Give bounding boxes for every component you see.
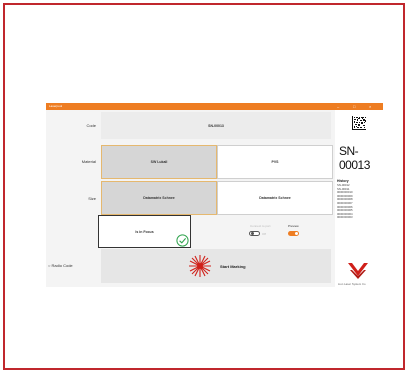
size-option-1-button[interactable]: Datamatrix Schnee <box>101 181 217 215</box>
code-preview-text: SN-00013 <box>339 144 370 172</box>
company-logo-icon <box>348 263 368 279</box>
minimize-icon[interactable]: – <box>337 103 339 110</box>
preview-toggle-label: Preview <box>288 224 299 228</box>
size-option-2-button[interactable]: Datamatrix Schnee <box>217 181 333 215</box>
check-icon <box>176 234 189 247</box>
material-option-pvs-button[interactable]: PVS <box>217 145 333 179</box>
history-item[interactable]: 0000000003 <box>337 216 353 220</box>
material-option-swlukall-button[interactable]: SW Lukall <box>101 145 217 179</box>
code-label: Code <box>86 123 96 128</box>
size-label: Size <box>88 196 96 201</box>
focus-button-label: Is in Focus <box>135 229 154 234</box>
title-bar: Laserpool – □ × <box>46 103 383 110</box>
laser-burst-icon <box>189 255 211 277</box>
right-panel: SN-00013 History SN-00012 SN-00011 00000… <box>335 110 383 287</box>
code-field[interactable]: SN-00013 <box>101 112 331 139</box>
preview-toggle[interactable] <box>288 231 299 236</box>
app-window: Laserpool – □ × Code SN-00013 Material S… <box>46 103 383 287</box>
history-list: SN-00012 SN-00011 0000000010 0000000009 … <box>337 183 353 220</box>
preview-toggle-knob <box>295 232 298 235</box>
datamatrix-code-image <box>352 116 366 130</box>
focus-button[interactable]: Is in Focus <box>98 215 191 248</box>
connect-toggle-label: Connect to port <box>250 224 271 228</box>
maximize-icon[interactable]: □ <box>353 103 355 110</box>
window-title: Laserpool <box>49 104 63 108</box>
start-marking-button[interactable]: Start Marking <box>101 249 331 283</box>
close-icon[interactable]: × <box>369 103 371 110</box>
material-label: Material <box>81 159 96 164</box>
radio-code-text: Radio Code <box>51 263 73 268</box>
radio-code-label[interactable]: ○ Radio Code <box>48 263 73 268</box>
connect-toggle-state: Off <box>262 232 266 236</box>
start-marking-label: Start Marking <box>220 264 246 269</box>
connect-toggle[interactable] <box>249 231 260 236</box>
connect-toggle-knob <box>251 232 254 236</box>
company-logo-text: Lion Laser System Co <box>338 282 366 286</box>
